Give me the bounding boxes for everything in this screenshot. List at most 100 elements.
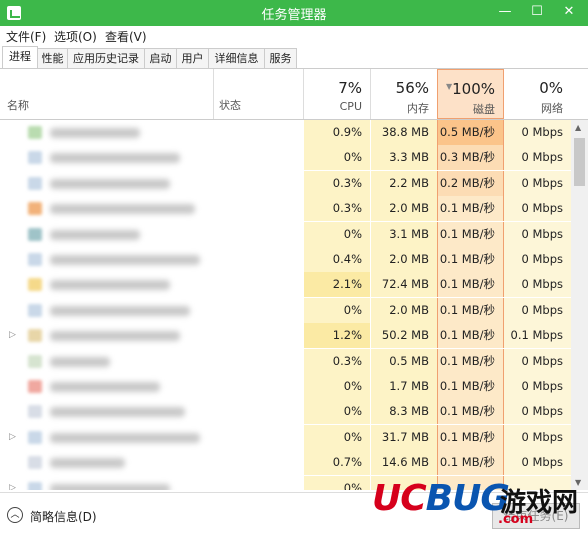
- tab-app-history[interactable]: 应用历史记录: [67, 48, 145, 68]
- process-row[interactable]: 0% 1.7 MB 0.1 MB/秒 0 Mbps: [0, 374, 571, 399]
- process-name-blurred: [50, 407, 185, 418]
- watermark-logo: UCBUG: [372, 478, 510, 519]
- expand-chevron-icon[interactable]: ▷: [9, 483, 16, 490]
- tab-services[interactable]: 服务: [264, 48, 297, 68]
- network-cell: 0 Mbps: [504, 221, 571, 247]
- process-icon: [28, 176, 42, 190]
- memory-cell: 3.1 MB: [371, 221, 437, 247]
- cpu-cell: 0%: [304, 399, 370, 425]
- cpu-cell: 1.2%: [304, 323, 370, 349]
- disk-cell: 0.1 MB/秒: [437, 323, 504, 349]
- network-cell: 0 Mbps: [504, 374, 571, 399]
- scroll-thumb[interactable]: [574, 138, 585, 186]
- col-name-header[interactable]: 名称: [7, 97, 29, 113]
- maximize-button[interactable]: ☐: [520, 0, 554, 26]
- process-row[interactable]: 0% 8.3 MB 0.1 MB/秒 0 Mbps: [0, 399, 571, 425]
- cpu-cell: 0.9%: [304, 120, 370, 145]
- process-name-blurred: [50, 178, 170, 189]
- process-name-blurred: [50, 128, 140, 138]
- tab-details[interactable]: 详细信息: [208, 48, 265, 68]
- tab-startup[interactable]: 启动: [144, 48, 177, 68]
- network-cell: 0 Mbps: [504, 450, 571, 476]
- process-row[interactable]: 0.9% 38.8 MB 0.5 MB/秒 0 Mbps: [0, 120, 571, 145]
- process-row[interactable]: 2.1% 72.4 MB 0.1 MB/秒 0 Mbps: [0, 272, 571, 298]
- network-cell: 0 Mbps: [504, 247, 571, 272]
- disk-cell: 0.1 MB/秒: [437, 424, 504, 450]
- disk-cell: 0.1 MB/秒: [437, 247, 504, 272]
- network-cell: 0.1 Mbps: [504, 323, 571, 349]
- network-cell: 0 Mbps: [504, 170, 571, 196]
- col-network-header[interactable]: 0% 网络: [504, 69, 571, 119]
- disk-cell: 0.1 MB/秒: [437, 196, 504, 222]
- process-row[interactable]: 0% 3.3 MB 0.3 MB/秒 0 Mbps: [0, 145, 571, 171]
- menu-file[interactable]: 文件(F): [6, 28, 46, 45]
- fewer-details-link[interactable]: 简略信息(D): [30, 508, 97, 525]
- process-name-blurred: [50, 432, 200, 443]
- cpu-cell: 2.1%: [304, 272, 370, 298]
- expand-chevron-icon[interactable]: ▷: [9, 432, 16, 442]
- cpu-label: CPU: [339, 100, 362, 113]
- network-cell: 0 Mbps: [504, 272, 571, 298]
- scroll-up-icon[interactable]: ▲: [575, 123, 581, 132]
- process-icon: [28, 151, 42, 165]
- network-cell: 0 Mbps: [504, 424, 571, 450]
- chevron-up-icon[interactable]: ︿: [7, 507, 23, 523]
- tab-strip: 进程 性能 应用历史记录 启动 用户 详细信息 服务: [0, 46, 588, 69]
- process-name-blurred: [50, 204, 195, 215]
- process-row[interactable]: 0.3% 2.2 MB 0.2 MB/秒 0 Mbps: [0, 170, 571, 196]
- process-icon: [28, 253, 42, 266]
- process-row[interactable]: 0.3% 2.0 MB 0.1 MB/秒 0 Mbps: [0, 196, 571, 222]
- process-icon: [28, 405, 42, 419]
- process-row[interactable]: 0% 3.1 MB 0.1 MB/秒 0 Mbps: [0, 221, 571, 247]
- process-name-blurred: [50, 483, 170, 490]
- memory-cell: 72.4 MB: [371, 272, 437, 298]
- column-header: 名称 状态 7% CPU 56% 内存 ▼ 100% 磁盘 0% 网络: [0, 69, 588, 120]
- process-icon: [28, 430, 42, 444]
- disk-cell: 0.1 MB/秒: [437, 297, 504, 323]
- tab-processes[interactable]: 进程: [2, 46, 38, 68]
- memory-cell: 2.0 MB: [371, 297, 437, 323]
- process-row[interactable]: 0% 2.0 MB 0.1 MB/秒 0 Mbps: [0, 297, 571, 323]
- process-name-blurred: [50, 229, 140, 240]
- minimize-button[interactable]: —: [488, 0, 522, 26]
- col-status-header[interactable]: 状态: [219, 97, 241, 113]
- process-name-blurred: [50, 255, 200, 265]
- process-row[interactable]: ▷ 1.2% 50.2 MB 0.1 MB/秒 0.1 Mbps: [0, 323, 571, 349]
- tab-users[interactable]: 用户: [176, 48, 209, 68]
- process-row[interactable]: 0.3% 0.5 MB 0.1 MB/秒 0 Mbps: [0, 348, 571, 374]
- memory-cell: 3.3 MB: [371, 145, 437, 171]
- memory-cell: 50.2 MB: [371, 323, 437, 349]
- col-cpu-header[interactable]: 7% CPU: [304, 69, 370, 119]
- process-row[interactable]: 0.7% 14.6 MB 0.1 MB/秒 0 Mbps: [0, 450, 571, 476]
- col-memory-header[interactable]: 56% 内存: [371, 69, 437, 119]
- process-icon: [28, 227, 42, 241]
- process-icon: [28, 278, 42, 292]
- cpu-cell: 0.3%: [304, 196, 370, 222]
- cpu-cell: 0.3%: [304, 348, 370, 374]
- memory-label: 内存: [407, 102, 429, 115]
- disk-cell: 0.5 MB/秒: [437, 120, 504, 145]
- process-row[interactable]: ▷ 0% 31.7 MB 0.1 MB/秒 0 Mbps: [0, 424, 571, 450]
- process-row[interactable]: 0.4% 2.0 MB 0.1 MB/秒 0 Mbps: [0, 247, 571, 272]
- col-disk-header[interactable]: ▼ 100% 磁盘: [437, 69, 504, 119]
- process-name-blurred: [50, 331, 180, 342]
- vertical-scrollbar[interactable]: ▲ ▼: [571, 120, 588, 490]
- tab-performance[interactable]: 性能: [37, 48, 68, 68]
- cpu-cell: 0%: [304, 297, 370, 323]
- cpu-cell: 0%: [304, 475, 370, 490]
- memory-cell: 14.6 MB: [371, 450, 437, 476]
- close-button[interactable]: ✕: [552, 0, 586, 26]
- menu-view[interactable]: 查看(V): [105, 28, 147, 45]
- process-name-blurred: [50, 356, 110, 367]
- memory-cell: 31.7 MB: [371, 424, 437, 450]
- disk-cell: 0.3 MB/秒: [437, 145, 504, 171]
- memory-cell: 8.3 MB: [371, 399, 437, 425]
- process-icon: [28, 126, 42, 139]
- disk-total: 100%: [452, 80, 495, 98]
- expand-chevron-icon[interactable]: ▷: [9, 330, 16, 340]
- memory-cell: 2.0 MB: [371, 196, 437, 222]
- cpu-cell: 0%: [304, 424, 370, 450]
- memory-cell: 2.2 MB: [371, 170, 437, 196]
- menu-options[interactable]: 选项(O): [54, 28, 97, 45]
- disk-cell: 0.1 MB/秒: [437, 348, 504, 374]
